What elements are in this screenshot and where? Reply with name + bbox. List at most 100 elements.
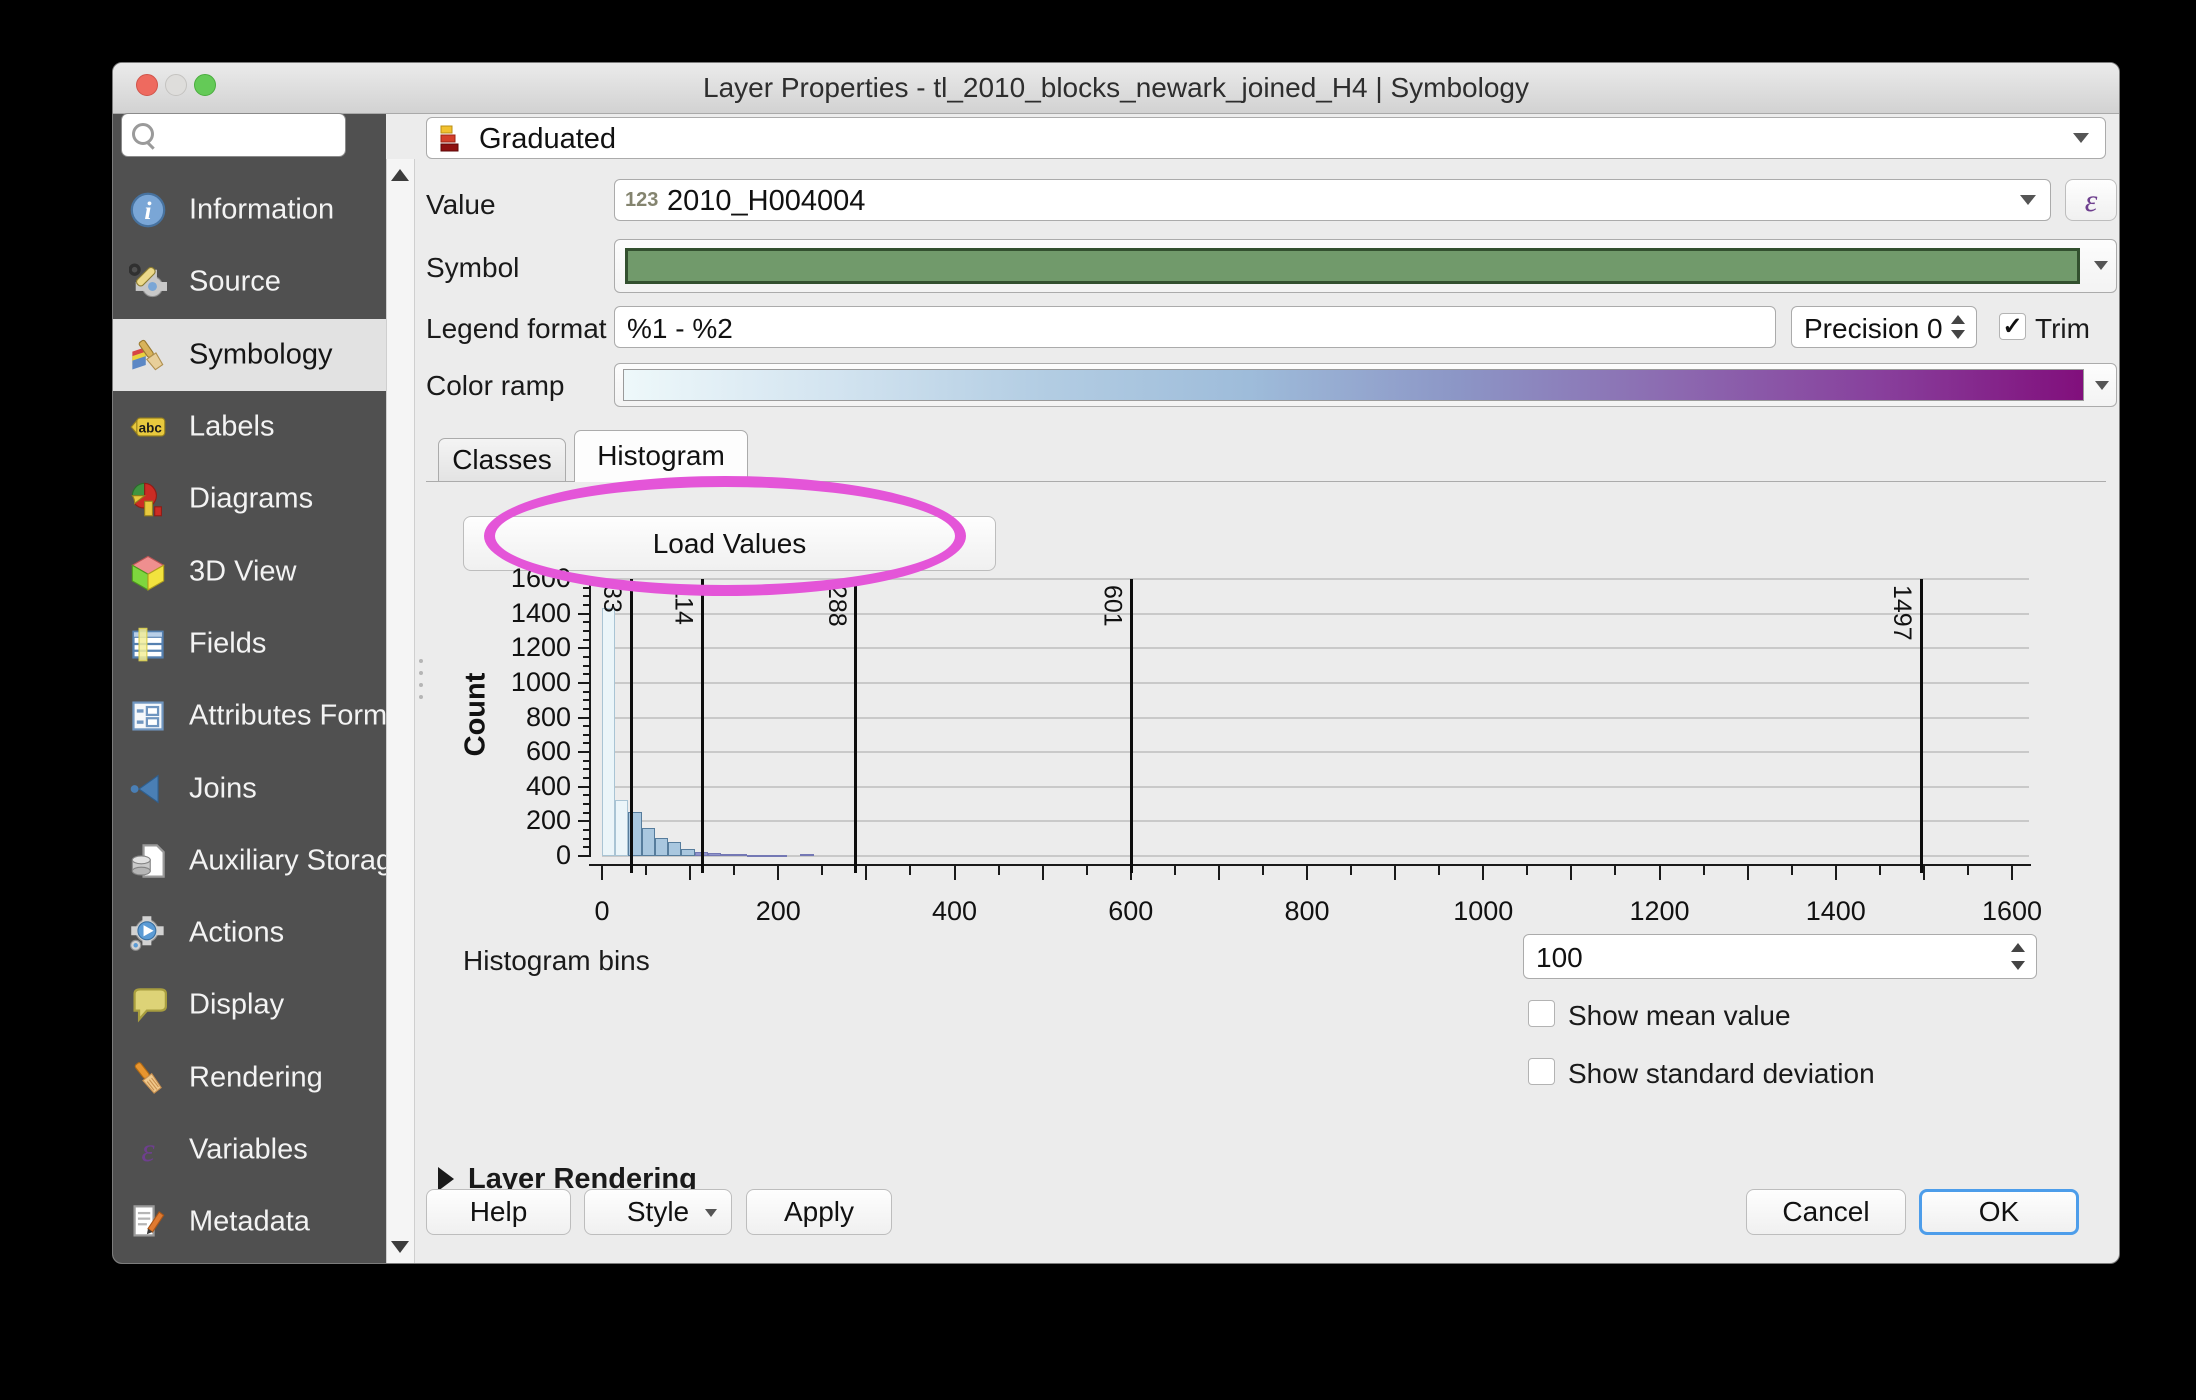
trim-checkbox[interactable]: ✓ [1999,313,2026,340]
variables-icon: ε [129,1131,167,1169]
sidebar-item-rendering[interactable]: Rendering [113,1042,386,1114]
sidebar-scrollbar[interactable] [386,159,415,1263]
color-ramp-selector[interactable] [614,363,2117,407]
show-mean-checkbox[interactable] [1528,1000,1555,1027]
y-tick [578,855,591,857]
window-title: Layer Properties - tl_2010_blocks_newark… [703,72,1529,103]
class-break-line [1130,579,1134,873]
style-button[interactable]: Style [584,1189,732,1235]
sidebar-item-metadata[interactable]: Metadata [113,1186,386,1258]
y-minor-tick [583,603,591,606]
precision-value: Precision 0 [1804,313,1943,344]
sidebar-item-labels[interactable]: abc Labels [113,391,386,463]
expression-builder-button[interactable]: ε [2065,179,2117,221]
sidebar-item-information[interactable]: i Information [113,174,386,246]
y-minor-tick [583,803,591,806]
x-tick [1438,866,1441,875]
y-tick-label: 800 [525,701,571,732]
ok-button[interactable]: OK [1919,1189,2079,1235]
y-minor-tick [583,595,591,598]
svg-text:i: i [144,196,152,225]
y-minor-tick [583,725,591,728]
sidebar-item-variables[interactable]: ε Variables [113,1114,386,1186]
chevron-down-icon [705,1209,717,1217]
histogram-bar [734,854,748,857]
class-break-line [629,579,633,873]
sidebar-item-display[interactable]: Display [113,969,386,1041]
x-tick [1394,866,1397,880]
x-tick-label: 400 [931,896,978,926]
value-field-select[interactable]: 123 2010_H004004 [614,179,2051,221]
epsilon-icon: ε [2084,182,2098,218]
symbol-selector[interactable] [614,239,2117,293]
histogram-bar [668,841,682,856]
layer-properties-dialog: Layer Properties - tl_2010_blocks_newark… [112,62,2120,1264]
sidebar-item-label: Labels [189,410,275,443]
sidebar-item-joins[interactable]: Joins [113,752,386,824]
scroll-up-icon[interactable] [391,169,409,181]
sidebar-item-diagrams[interactable]: Diagrams [113,463,386,535]
scroll-down-icon[interactable] [391,1241,409,1253]
x-tick [1878,866,1881,875]
color-ramp-label: Color ramp [426,370,565,401]
x-tick [1702,866,1705,875]
y-minor-tick [583,690,591,693]
x-tick-label: 600 [1108,896,1154,926]
histogram-bins-spinner[interactable]: 100 [1523,934,2037,979]
sidebar-item-label: Joins [189,772,257,805]
x-tick [1834,866,1837,880]
x-tick-label: 0 [594,896,610,926]
splitter-handle[interactable] [419,659,423,699]
sidebar-item-fields[interactable]: Fields [113,608,386,680]
sidebar-item-source[interactable]: Source [113,246,386,318]
fields-icon [129,625,167,663]
x-tick [1658,866,1661,880]
class-break-label: 601 [1098,585,1127,627]
tab-classes[interactable]: Classes [438,438,566,482]
histogram-bar [800,854,814,857]
renderer-select[interactable]: Graduated [426,117,2106,159]
gridline [602,647,2029,650]
legend-format-value: %1 - %2 [627,313,733,344]
legend-format-input[interactable]: %1 - %2 [614,306,1776,348]
title-bar[interactable]: Layer Properties - tl_2010_blocks_newark… [113,63,2119,114]
gridline [602,716,2029,719]
sidebar-item-symbology[interactable]: Symbology [113,318,386,391]
x-tick [1570,866,1573,880]
search-input[interactable] [121,113,346,157]
cancel-button[interactable]: Cancel [1746,1189,1906,1235]
precision-spinner[interactable]: Precision 0 [1791,306,1977,348]
spinner-arrows-icon[interactable] [1948,307,1970,347]
spinner-arrows-icon[interactable] [2008,935,2030,978]
y-minor-tick [583,811,591,814]
x-tick-label: 1000 [1453,896,1514,926]
sidebar-item-auxiliary-storage[interactable]: Auxiliary Storage [113,825,408,897]
auxiliary-storage-icon [129,842,167,880]
trim-label: Trim [2035,313,2090,344]
histogram-bar [602,608,616,856]
joins-icon [129,770,167,808]
sidebar-item-3d-view[interactable]: 3D View [113,536,386,608]
labels-icon: abc [129,408,167,446]
show-std-checkbox[interactable] [1528,1058,1555,1085]
x-tick [953,866,956,880]
apply-button[interactable]: Apply [746,1189,892,1235]
histogram-bins-value: 100 [1536,942,1583,973]
histogram-bar [628,812,642,856]
color-ramp-swatch [623,369,2084,401]
help-button[interactable]: Help [426,1189,571,1235]
sidebar-item-attributes-form[interactable]: Attributes Form [113,680,387,752]
information-icon: i [129,191,167,229]
collapse-arrow-icon[interactable] [438,1167,454,1191]
numeric-field-icon: 123 [625,189,659,211]
y-tick-label: 0 [555,840,571,870]
graduated-icon [439,124,469,154]
y-tick-label: 1200 [510,632,571,663]
y-minor-tick [583,794,591,797]
tab-histogram[interactable]: Histogram [574,430,748,482]
sidebar-item-actions[interactable]: Actions [113,897,386,969]
chevron-down-icon [2073,133,2089,143]
y-tick [578,716,591,719]
y-minor-tick [583,733,591,736]
x-tick [1526,866,1529,875]
